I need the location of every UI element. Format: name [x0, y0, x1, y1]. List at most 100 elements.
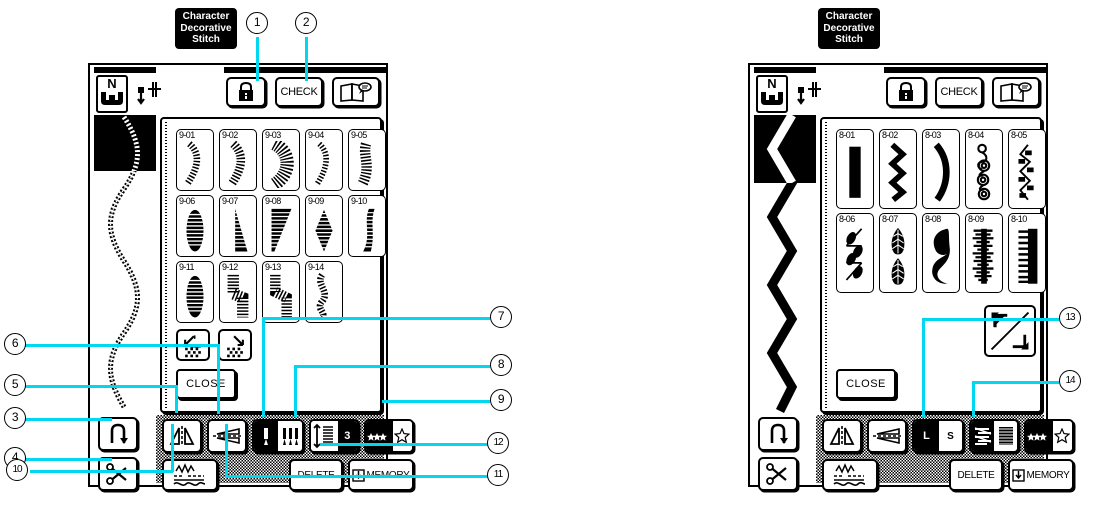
- stitch-cell[interactable]: 8-02: [879, 129, 917, 209]
- title-line-2: Decorative: [180, 22, 232, 34]
- stitch-cell[interactable]: 8-03: [922, 129, 960, 209]
- auto-thread-button[interactable]: [822, 459, 878, 491]
- callout-12: 12: [487, 432, 509, 454]
- twin-needle-icon: [283, 428, 298, 445]
- stitch-cell[interactable]: 8-08: [922, 213, 960, 293]
- leader-1: [256, 37, 259, 81]
- stitch-code: 9-08: [265, 196, 281, 206]
- stitch-code: 9-02: [222, 130, 238, 140]
- close-button[interactable]: CLOSE: [836, 369, 896, 399]
- stitch-cell[interactable]: 9-11: [176, 261, 214, 323]
- stitch-cell[interactable]: 9-05: [348, 129, 386, 191]
- stitch-cell[interactable]: 9-14: [305, 261, 343, 323]
- pattern-star-button[interactable]: [364, 419, 414, 453]
- stitch-art-9-14: [316, 273, 329, 320]
- callout-11: 11: [487, 464, 509, 486]
- needle-single-option[interactable]: [254, 421, 278, 451]
- check-button[interactable]: CHECK: [935, 77, 983, 107]
- pane-edge-dots: [165, 122, 167, 408]
- density-loose-option[interactable]: [971, 421, 994, 451]
- thread-cutter-button[interactable]: [98, 457, 138, 491]
- stitch-cell[interactable]: 9-03: [262, 129, 300, 191]
- size-option-large[interactable]: L: [914, 421, 939, 451]
- top-bar-left: [94, 67, 156, 73]
- leader-10-v: [171, 424, 174, 472]
- stitch-cell[interactable]: 8-01: [836, 129, 874, 209]
- stitch-cell[interactable]: 9-02: [219, 129, 257, 191]
- stitch-cell[interactable]: 8-10: [1008, 213, 1046, 293]
- stitch-cell[interactable]: 9-07: [219, 195, 257, 257]
- page-next-button[interactable]: [218, 329, 252, 361]
- right-machine-panel: N CHECK 8-01 8-02 8-03 8-04 8-05 8-06 8-…: [748, 63, 1074, 491]
- stitch-cell[interactable]: 9-06: [176, 195, 214, 257]
- mirror-vertical-button[interactable]: [822, 419, 862, 453]
- preview-highlight-art: [766, 115, 796, 183]
- stitch-art-8-03: [933, 142, 950, 202]
- stitch-art-9-05: [357, 142, 372, 187]
- stitch-cell[interactable]: 9-13: [262, 261, 300, 323]
- reverse-stitch-icon: [110, 423, 128, 444]
- stitch-art-9-04: [314, 141, 329, 186]
- stitch-cell[interactable]: 9-04: [305, 129, 343, 191]
- stitch-cell[interactable]: 9-12: [219, 261, 257, 323]
- stitch-cell[interactable]: 9-01: [176, 129, 214, 191]
- mirror-vertical-icon: [829, 426, 855, 446]
- lock-icon: [899, 81, 913, 101]
- stitch-art-9-08: [268, 208, 296, 252]
- mirror-horizontal-button[interactable]: [867, 419, 907, 453]
- size-option-small[interactable]: S: [938, 421, 962, 451]
- needle-twin-option[interactable]: [278, 421, 302, 451]
- stitch-cell[interactable]: 9-08: [262, 195, 300, 257]
- stitch-code: 9-05: [351, 130, 367, 140]
- stitch-cell[interactable]: 8-09: [965, 213, 1003, 293]
- memory-button[interactable]: MEMORY: [1008, 459, 1074, 491]
- close-button[interactable]: CLOSE: [176, 369, 236, 399]
- manual-help-button[interactable]: [992, 77, 1040, 107]
- stitch-code: 8-01: [839, 130, 855, 140]
- left-machine-panel: N CHECK 9-01 9-02 9-03 9-04 9-05 9-06 9-…: [88, 63, 414, 491]
- pattern-star-button[interactable]: [1024, 419, 1074, 453]
- stitch-cell[interactable]: 9-10: [348, 195, 386, 257]
- density-tight-icon: [998, 427, 1013, 445]
- callout-10: 10: [6, 459, 28, 481]
- leader-7-h: [262, 317, 490, 320]
- stitch-code: 8-06: [839, 214, 855, 224]
- resize-button[interactable]: [984, 305, 1036, 357]
- leader-2: [305, 37, 308, 81]
- presser-foot-glyph: [761, 92, 783, 105]
- stitch-art-8-04: [976, 143, 991, 201]
- stitch-cell[interactable]: 9-09: [305, 195, 343, 257]
- mirror-vertical-button[interactable]: [162, 419, 202, 453]
- stitch-cell[interactable]: 8-07: [879, 213, 917, 293]
- book-help-icon: [340, 82, 372, 102]
- stitch-length-button[interactable]: 3: [309, 419, 359, 453]
- leader-5-v: [175, 385, 178, 413]
- stitch-cell[interactable]: 8-05: [1008, 129, 1046, 209]
- title-line-1: Character: [182, 11, 230, 22]
- stitch-art-9-13: [270, 274, 292, 318]
- density-toggle-button[interactable]: [969, 419, 1019, 453]
- memory-save-icon: [1012, 469, 1026, 482]
- size-toggle-button[interactable]: L S: [912, 419, 964, 453]
- reverse-stitch-button[interactable]: [758, 417, 798, 451]
- stitch-code: 8-05: [1011, 130, 1027, 140]
- leader-8-h: [294, 365, 490, 368]
- reverse-stitch-button[interactable]: [98, 417, 138, 451]
- stitch-art-8-09: [972, 228, 994, 284]
- preview-highlight-art: [121, 115, 140, 171]
- check-button[interactable]: CHECK: [275, 77, 323, 107]
- needle-mode-button[interactable]: [252, 419, 304, 453]
- stitch-code: 9-04: [308, 130, 324, 140]
- stitch-cell[interactable]: 8-04: [965, 129, 1003, 209]
- manual-help-button[interactable]: [332, 77, 380, 107]
- title-line-1: Character: [825, 11, 873, 22]
- thread-cutter-button[interactable]: [758, 457, 798, 491]
- delete-button[interactable]: DELETE: [949, 459, 1003, 491]
- stitch-cell[interactable]: 8-06: [836, 213, 874, 293]
- lock-button[interactable]: [886, 77, 926, 107]
- stitch-code: 8-02: [882, 130, 898, 140]
- density-tight-option[interactable]: [994, 421, 1017, 451]
- single-needle-icon: [264, 428, 268, 445]
- lock-button[interactable]: [226, 77, 266, 107]
- pane-edge-dots: [825, 122, 827, 408]
